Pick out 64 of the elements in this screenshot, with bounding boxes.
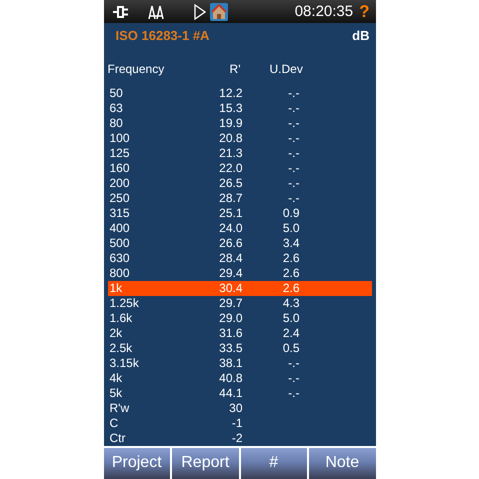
column-header: R' — [230, 60, 240, 77]
deviation-cell-text: -.- — [287, 386, 300, 401]
value-cell: 24.0 — [219, 220, 242, 236]
unit-label: dB — [352, 28, 370, 43]
value-cell: 30 — [229, 400, 242, 416]
deviation-cell-text: 2.6 — [282, 266, 300, 281]
value-cell: 25.1 — [219, 206, 242, 221]
frequency-cell-text: Ctr — [110, 430, 126, 446]
standard-title: ISO 16283-1 #A — [116, 28, 210, 43]
deviation-cell-text: -.- — [287, 176, 300, 191]
frequency-cell-text: C — [110, 416, 120, 431]
deviation-cell-text: -.- — [287, 116, 300, 131]
value-cell: 29.4 — [219, 266, 242, 281]
deviation-cell-text: 5.0 — [282, 220, 300, 236]
value-cell: 22.0 — [219, 160, 242, 176]
deviation-cell-text: 0.9 — [282, 206, 300, 221]
value-cell: 38.1 — [219, 356, 242, 371]
deviation-cell-text: -.- — [287, 190, 300, 206]
value-cell: 21.3 — [219, 146, 242, 161]
deviation-cell-text: 0.5 — [282, 340, 300, 356]
help-button[interactable]: ? — [359, 3, 370, 20]
softkey-button[interactable]: Note — [309, 448, 376, 479]
deviation-cell-text: -.- — [287, 160, 300, 176]
value-cell: 40.8 — [219, 370, 242, 386]
softkey-button[interactable]: Report — [172, 448, 238, 479]
peaks-icon[interactable] — [148, 4, 164, 20]
plug-icon[interactable] — [112, 4, 130, 19]
value-cell: 31.6 — [219, 326, 242, 341]
frequency-cell-text: R'w — [110, 400, 130, 416]
value-cell: 20.8 — [219, 130, 242, 146]
column-header: U.Dev — [268, 60, 304, 77]
column-header: Frequency — [108, 60, 166, 77]
deviation-cell-text: 3.4 — [282, 236, 300, 251]
value-cell: 12.2 — [219, 86, 242, 101]
deviation-cell-text: -.- — [287, 356, 300, 371]
value-cell: 28.4 — [219, 250, 242, 266]
deviation-cell-text: 2.4 — [282, 326, 300, 341]
value-cell: 30.4 — [219, 280, 242, 296]
deviation-cell-text: 2.6 — [282, 250, 300, 266]
value-cell: 29.7 — [219, 296, 242, 311]
value-cell: 15.3 — [219, 100, 242, 116]
deviation-cell-text: -.- — [287, 146, 300, 161]
deviation-cell-text: 2.6 — [282, 280, 300, 296]
deviation-cell-text: -.- — [287, 86, 300, 101]
value-cell: 26.5 — [219, 176, 242, 191]
value-cell: 29.0 — [219, 310, 242, 326]
deviation-cell-text: 4.3 — [282, 296, 300, 311]
deviation-cell-text: -.- — [287, 130, 300, 146]
deviation-cell-text: -.- — [287, 370, 300, 386]
value-cell: 44.1 — [219, 386, 242, 401]
deviation-cell-text: -.- — [287, 100, 300, 116]
house-icon[interactable] — [210, 2, 228, 21]
clock-time: 08:20:35 — [294, 3, 354, 20]
selected-row[interactable]: 1k 30.4 2.6 — [108, 280, 372, 296]
deviation-cell-text: 5.0 — [282, 310, 300, 326]
play-icon[interactable] — [194, 4, 206, 20]
value-cell: -1 — [232, 416, 242, 431]
value-cell: 28.7 — [219, 190, 242, 206]
softkey-button[interactable]: Project — [104, 448, 170, 479]
softkey-button[interactable]: # — [240, 448, 307, 479]
value-cell: -2 — [232, 430, 242, 446]
value-cell: 33.5 — [219, 340, 242, 356]
value-cell: 26.6 — [219, 236, 242, 251]
value-cell: 19.9 — [219, 116, 242, 131]
